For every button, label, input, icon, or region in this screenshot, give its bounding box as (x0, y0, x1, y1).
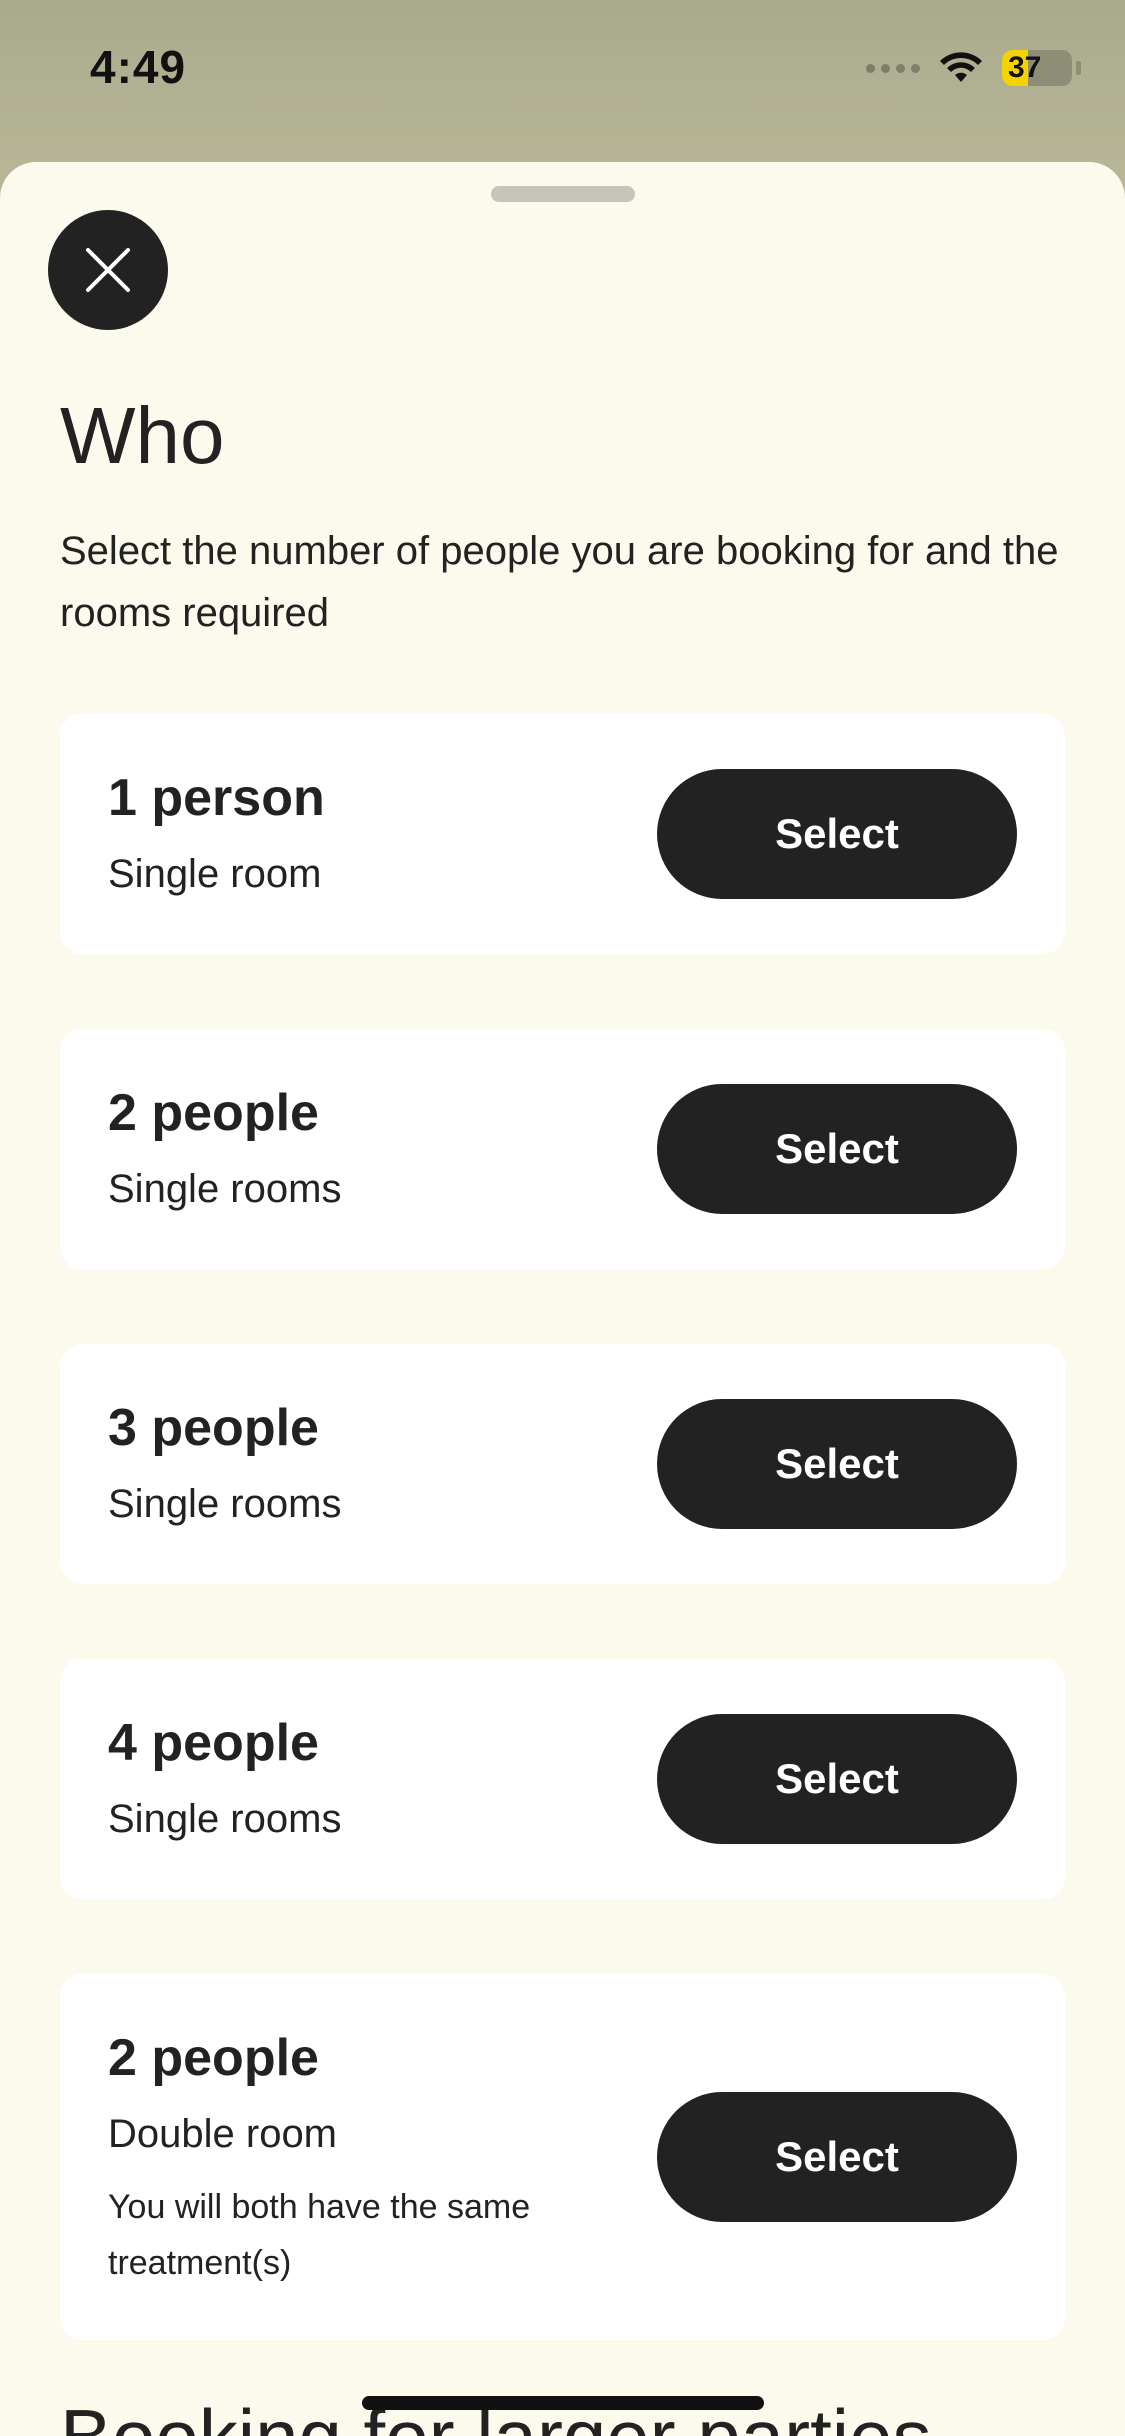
select-button[interactable]: Select (657, 1399, 1017, 1529)
who-sheet: Who Select the number of people you are … (0, 162, 1125, 2436)
page: 4:49 37 Who Select the number of people … (0, 0, 1125, 2436)
select-button[interactable]: Select (657, 1714, 1017, 1844)
option-card: 2 people Single rooms Select (60, 1029, 1065, 1269)
wifi-icon (940, 52, 982, 82)
option-title: 2 people (108, 1084, 319, 1142)
option-card: 1 person Single room Select (60, 714, 1065, 954)
option-title: 1 person (108, 769, 325, 827)
cellular-signal-icon (866, 63, 920, 73)
option-title: 3 people (108, 1399, 319, 1457)
home-indicator[interactable] (362, 2396, 764, 2410)
battery-level: 37 (1008, 51, 1042, 84)
option-title: 2 people (108, 2029, 319, 2087)
select-button[interactable]: Select (657, 1084, 1017, 1214)
status-time: 4:49 (90, 41, 187, 93)
option-card: 4 people Single rooms Select (60, 1659, 1065, 1899)
page-subtitle: Select the number of people you are book… (60, 529, 1059, 635)
option-subtitle: Double room (108, 2112, 338, 2156)
option-card: 2 people Double room You will both have … (60, 1974, 1065, 2340)
page-title: Who (60, 391, 225, 480)
sheet-grabber[interactable] (491, 186, 635, 202)
battery-icon: 37 (1002, 50, 1072, 86)
option-subtitle: Single rooms (108, 1167, 342, 1211)
option-subtitle: Single rooms (108, 1797, 342, 1841)
close-icon (86, 248, 130, 292)
option-subtitle: Single rooms (108, 1482, 342, 1526)
select-button[interactable]: Select (657, 769, 1017, 899)
status-icons: 37 (866, 50, 1081, 86)
select-button[interactable]: Select (657, 2092, 1017, 2222)
option-note: You will both have the same treatment(s) (108, 2188, 531, 2282)
status-bar: 4:49 37 (0, 0, 1125, 140)
battery-nub (1076, 61, 1081, 75)
option-card: 3 people Single rooms Select (60, 1344, 1065, 1584)
option-title: 4 people (108, 1714, 319, 1772)
option-subtitle: Single room (108, 852, 322, 896)
close-button[interactable] (48, 210, 168, 330)
